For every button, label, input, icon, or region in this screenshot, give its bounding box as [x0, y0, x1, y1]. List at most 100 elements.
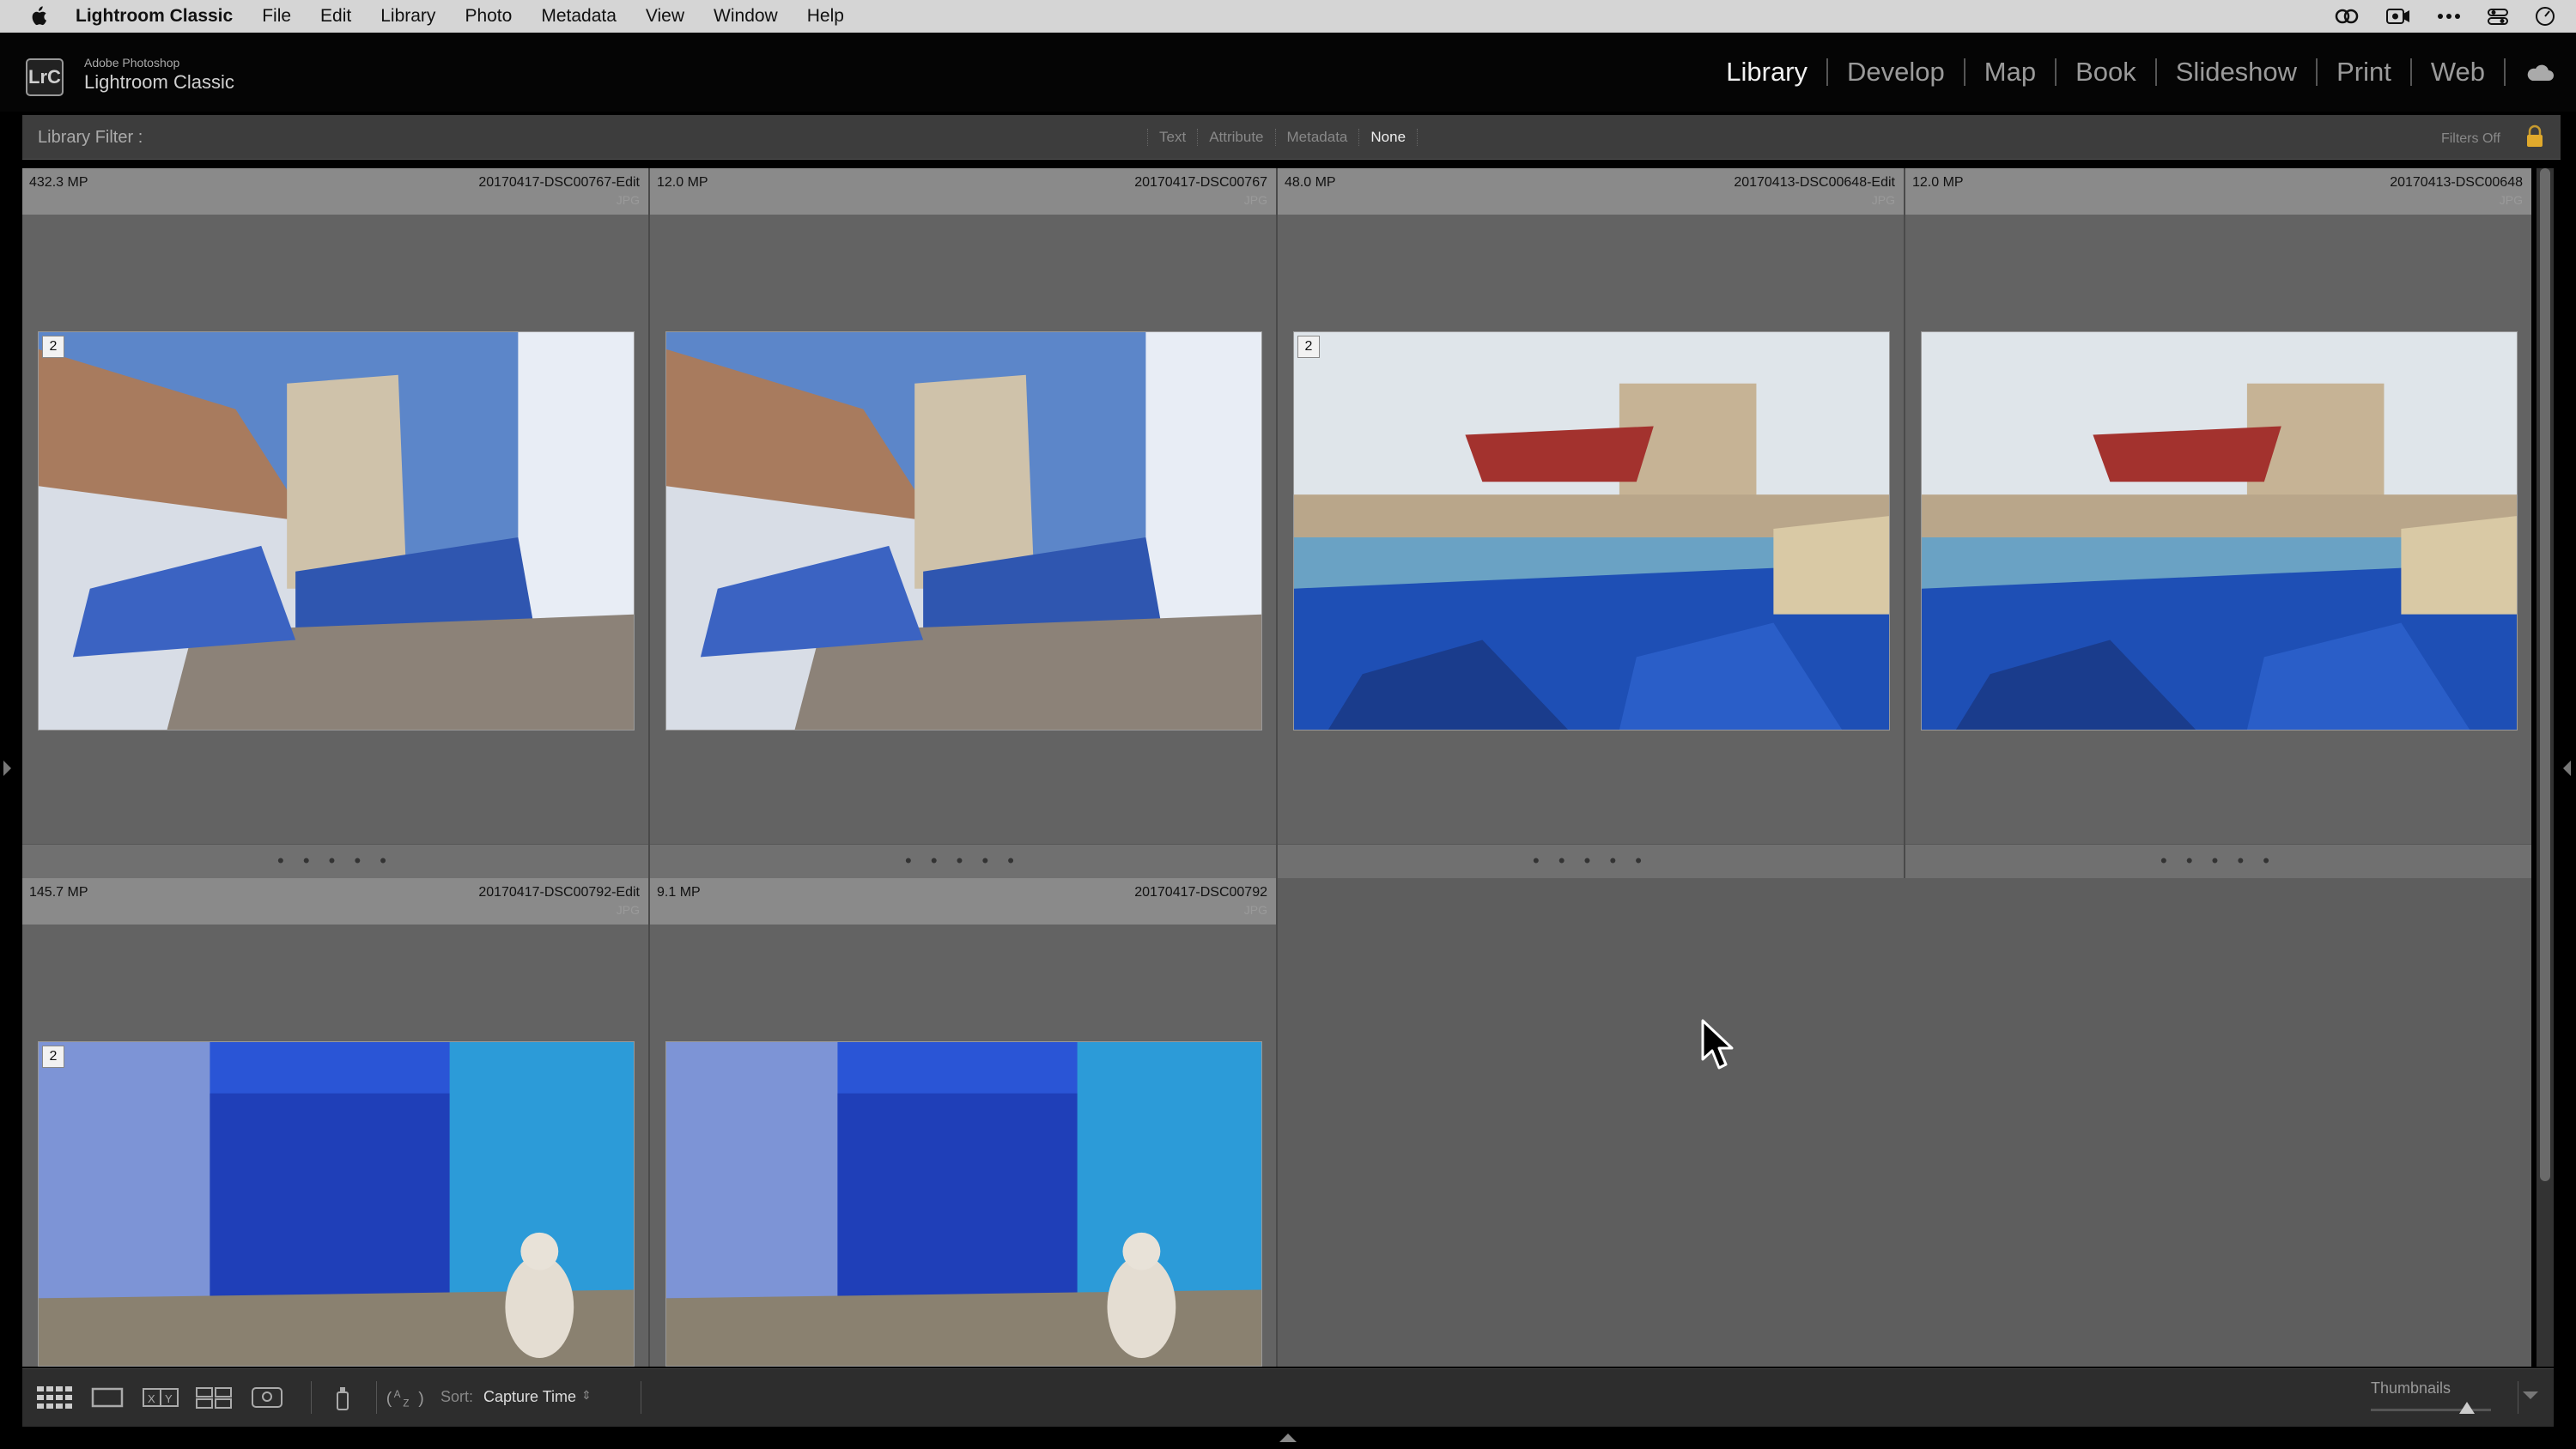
cell-rating[interactable]: • • • • • — [650, 844, 1276, 878]
svg-text:A: A — [394, 1389, 401, 1400]
grid-cell[interactable]: 12.0 MP 20170413-DSC00648 JPG • • • • • — [1905, 168, 2531, 878]
photo-thumbnail[interactable]: 2 — [38, 1041, 635, 1367]
cell-file-extension: JPG — [2499, 193, 2523, 207]
menu-library[interactable]: Library — [380, 6, 435, 27]
loupe-view-icon[interactable] — [86, 1381, 129, 1414]
toolbar-separator — [311, 1381, 312, 1414]
photo-thumbnail[interactable]: 2 — [38, 331, 635, 731]
cell-megapixels: 432.3 MP — [29, 175, 88, 190]
grid-cell[interactable]: 12.0 MP 20170417-DSC00767 JPG • • • • • — [650, 168, 1278, 878]
sort-label: Sort: — [440, 1388, 474, 1405]
svg-text:Z: Z — [403, 1398, 409, 1410]
grid-cell[interactable]: 145.7 MP 20170417-DSC00792-Edit JPG 2 — [22, 878, 650, 1367]
control-center-icon[interactable] — [2487, 7, 2509, 26]
filmstrip-toggle-icon[interactable] — [1279, 1434, 1297, 1442]
module-print[interactable]: Print — [2318, 57, 2410, 88]
grid-cell[interactable]: 48.0 MP 20170413-DSC00648-Edit JPG 2 • •… — [1278, 168, 1905, 878]
stack-count-badge[interactable]: 2 — [42, 1046, 64, 1068]
filter-presets-dropdown[interactable]: Filters Off — [2441, 131, 2500, 147]
mouse-cursor-icon — [1701, 1019, 1734, 1070]
stack-count-badge[interactable]: 2 — [42, 336, 64, 358]
screen-record-icon[interactable] — [2385, 7, 2411, 26]
filter-options: Text Attribute Metadata None — [1147, 115, 1419, 160]
cell-megapixels: 48.0 MP — [1285, 175, 1336, 190]
left-panel-toggle-icon[interactable] — [3, 761, 11, 776]
photo-thumbnail[interactable] — [665, 331, 1262, 731]
cell-header: 12.0 MP 20170413-DSC00648 JPG — [1905, 168, 2531, 215]
cell-filename: 20170417-DSC00792-Edit — [478, 885, 640, 900]
creative-cloud-icon[interactable] — [2334, 7, 2360, 26]
toolbar-separator — [376, 1381, 377, 1414]
filter-text[interactable]: Text — [1147, 129, 1197, 146]
sort-dropdown-arrow-icon[interactable]: ⇕ — [581, 1388, 592, 1403]
module-web[interactable]: Web — [2412, 57, 2504, 88]
menu-view[interactable]: View — [646, 6, 684, 27]
spray-can-icon[interactable] — [321, 1381, 364, 1414]
more-icon[interactable] — [2437, 12, 2461, 21]
macos-menubar: Lightroom Classic File Edit Library Phot… — [0, 0, 2576, 33]
menu-photo[interactable]: Photo — [465, 6, 512, 27]
grid-cell[interactable]: 432.3 MP 20170417-DSC00767-Edit JPG 2 • … — [22, 168, 650, 878]
sort-dropdown[interactable]: Capture Time — [483, 1388, 576, 1406]
identity-line2: Lightroom Classic — [84, 71, 234, 93]
photo-thumbnail[interactable] — [665, 1041, 1262, 1367]
people-view-icon[interactable] — [246, 1381, 289, 1414]
cloud-sync-icon[interactable] — [2524, 64, 2555, 81]
identity-line1: Adobe Photoshop — [84, 56, 180, 70]
cell-header: 12.0 MP 20170417-DSC00767 JPG — [650, 168, 1276, 215]
apple-icon[interactable] — [29, 5, 48, 27]
filter-attribute[interactable]: Attribute — [1197, 129, 1274, 146]
survey-view-icon[interactable] — [192, 1381, 235, 1414]
cell-megapixels: 12.0 MP — [657, 175, 708, 190]
rating-stars[interactable]: • • • • • — [650, 850, 1276, 872]
sort-direction-icon[interactable]: (A Z) — [385, 1381, 428, 1414]
library-filter-bar: Library Filter : Text Attribute Metadata… — [22, 115, 2561, 160]
grid-scrollbar[interactable] — [2537, 168, 2554, 1367]
clock-icon[interactable] — [2535, 6, 2555, 27]
module-map[interactable]: Map — [1965, 57, 2055, 88]
compare-view-icon[interactable]: XY — [139, 1381, 182, 1414]
library-filter-label: Library Filter : — [38, 128, 143, 147]
svg-text:(: ( — [386, 1389, 392, 1408]
cell-megapixels: 12.0 MP — [1912, 175, 1964, 190]
module-library[interactable]: Library — [1707, 57, 1826, 88]
scrollbar-thumb[interactable] — [2540, 168, 2550, 1181]
rating-stars[interactable]: • • • • • — [22, 850, 648, 872]
cell-file-extension: JPG — [1243, 903, 1267, 917]
filter-none[interactable]: None — [1358, 129, 1419, 146]
photo-thumbnail[interactable]: 2 — [1293, 331, 1890, 731]
library-grid[interactable]: 432.3 MP 20170417-DSC00767-Edit JPG 2 • … — [22, 168, 2531, 1367]
menu-app-name[interactable]: Lightroom Classic — [76, 6, 233, 27]
menu-help[interactable]: Help — [807, 6, 844, 27]
cell-rating[interactable]: • • • • • — [1905, 844, 2531, 878]
menu-file[interactable]: File — [262, 6, 291, 27]
right-panel-toggle-icon[interactable] — [2563, 761, 2571, 776]
toolbar-options-dropdown-icon[interactable] — [2523, 1391, 2538, 1399]
photo-thumbnail[interactable] — [1921, 331, 2518, 731]
cell-file-extension: JPG — [616, 903, 640, 917]
cell-megapixels: 9.1 MP — [657, 885, 701, 900]
filter-metadata[interactable]: Metadata — [1274, 129, 1359, 146]
thumbnail-size-slider-knob[interactable] — [2459, 1402, 2475, 1414]
svg-text:Y: Y — [165, 1392, 173, 1405]
cell-rating[interactable]: • • • • • — [22, 844, 648, 878]
cell-filename: 20170413-DSC00648 — [2390, 175, 2523, 190]
rating-stars[interactable]: • • • • • — [1278, 850, 1904, 872]
stack-count-badge[interactable]: 2 — [1297, 336, 1320, 358]
cell-header: 432.3 MP 20170417-DSC00767-Edit JPG — [22, 168, 648, 215]
menu-window[interactable]: Window — [714, 6, 778, 27]
rating-stars[interactable]: • • • • • — [1905, 850, 2531, 872]
thumbnails-label: Thumbnails — [2371, 1379, 2451, 1397]
cell-filename: 20170417-DSC00767-Edit — [478, 175, 640, 190]
module-book[interactable]: Book — [2057, 57, 2155, 88]
menu-edit[interactable]: Edit — [320, 6, 351, 27]
menu-metadata[interactable]: Metadata — [541, 6, 617, 27]
cell-header: 48.0 MP 20170413-DSC00648-Edit JPG — [1278, 168, 1904, 215]
grid-cell[interactable]: 9.1 MP 20170417-DSC00792 JPG — [650, 878, 1278, 1367]
lock-icon[interactable] — [2524, 124, 2545, 149]
cell-rating[interactable]: • • • • • — [1278, 844, 1904, 878]
module-develop[interactable]: Develop — [1828, 57, 1964, 88]
module-slideshow[interactable]: Slideshow — [2157, 57, 2316, 88]
cell-filename: 20170417-DSC00767 — [1134, 175, 1267, 190]
grid-view-icon[interactable] — [33, 1381, 76, 1414]
